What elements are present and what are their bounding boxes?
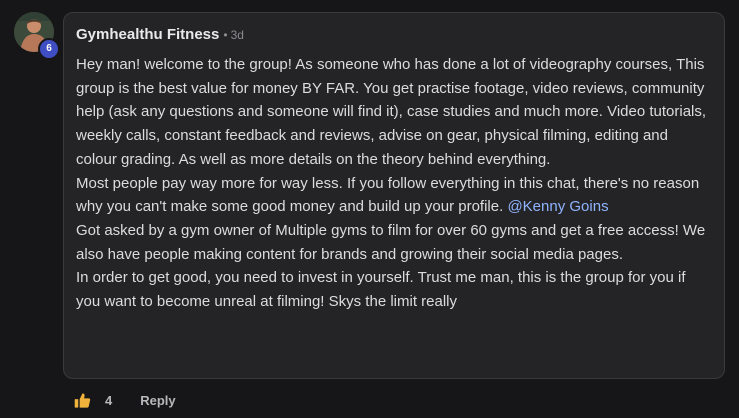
comment-paragraph-3: Got asked by a gym owner of Multiple gym…	[76, 221, 706, 263]
comment-actions: 4 Reply	[74, 390, 176, 410]
timestamp[interactable]: 3d	[231, 28, 244, 42]
comment-paragraph-1: Hey man! welcome to the group! As someon…	[76, 56, 707, 168]
comment-page: 6 Gymhealthu Fitness • 3d Hey man! welco…	[0, 0, 739, 418]
thumbs-up-icon[interactable]	[74, 392, 91, 409]
level-badge: 6	[38, 38, 60, 60]
comment-paragraph-4: In order to get good, you need to invest…	[76, 269, 686, 311]
mention-link[interactable]: @Kenny Goins	[507, 198, 608, 215]
like-count: 4	[105, 392, 113, 408]
comment-bubble: Gymhealthu Fitness • 3d Hey man! welcome…	[63, 12, 725, 379]
author-name[interactable]: Gymhealthu Fitness	[76, 26, 219, 43]
reply-button[interactable]: Reply	[140, 393, 175, 408]
separator-dot: •	[223, 28, 228, 42]
comment-paragraph-2: Most people pay way more for way less. I…	[76, 172, 712, 219]
comment-body: Hey man! welcome to the group! As someon…	[76, 53, 712, 314]
comment-header: Gymhealthu Fitness • 3d	[76, 26, 712, 48]
